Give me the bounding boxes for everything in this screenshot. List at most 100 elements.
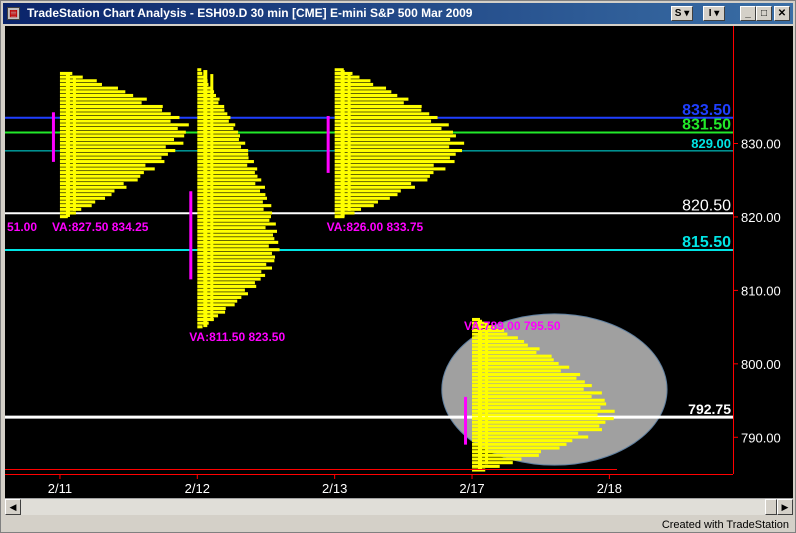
profile-row	[197, 273, 266, 277]
value-area-bar	[326, 115, 330, 173]
profile-row	[334, 82, 374, 86]
profile-row	[59, 171, 144, 175]
scroll-thumb[interactable]	[765, 499, 777, 515]
profile-row	[59, 200, 96, 204]
market-profile-chart[interactable]: VA:827.50 834.25 VA:811.50 823.50 VA:826.0…	[5, 26, 793, 498]
symbol-menu-label: S	[674, 8, 682, 19]
symbol-menu-button[interactable]: S ▾	[671, 6, 693, 21]
profile-row	[334, 182, 412, 186]
scroll-right-icon[interactable]: ▶	[777, 499, 793, 515]
profile-row	[197, 244, 269, 248]
profile-row	[197, 226, 266, 230]
profile-row	[59, 75, 83, 79]
profile-row	[197, 196, 267, 200]
profile-row	[334, 97, 409, 101]
title-bar[interactable]: ▤ TradeStation Chart Analysis - ESH09.D …	[3, 3, 793, 24]
profile-row	[59, 115, 180, 120]
profile-row	[197, 71, 203, 75]
profile-row	[59, 79, 97, 83]
profile-row	[472, 398, 605, 402]
horizontal-scrollbar[interactable]: ◀ ▶	[5, 498, 793, 515]
profile-spike	[203, 70, 208, 328]
profile-row	[334, 108, 422, 112]
maximize-icon[interactable]: □	[756, 6, 772, 21]
value-area-bar	[189, 191, 193, 280]
profile-row	[472, 420, 606, 424]
value-area-bar	[464, 396, 468, 445]
profile-row	[472, 428, 602, 432]
profile-row	[197, 248, 280, 252]
profile-row	[472, 395, 592, 399]
profile-row	[59, 163, 146, 167]
profile-row	[334, 152, 456, 156]
profile-row	[472, 362, 559, 366]
profile-row	[197, 303, 235, 307]
profile-row	[197, 115, 231, 120]
app-icon[interactable]: ▤	[7, 7, 20, 20]
profile-spike	[485, 323, 489, 465]
x-tick-label-0: 2/11	[48, 481, 72, 496]
interval-menu-label: I	[708, 8, 712, 19]
level-label-4: 815.50	[682, 234, 731, 251]
value-area-label: VA:789.00 795.50	[464, 319, 561, 333]
profile-row	[334, 130, 453, 134]
profile-row	[472, 453, 539, 457]
scroll-left-icon[interactable]: ◀	[5, 499, 21, 515]
profile-row	[197, 259, 275, 263]
profile-row	[59, 112, 171, 116]
interval-menu-button[interactable]: I ▾	[703, 6, 725, 21]
profile-row	[197, 193, 266, 197]
profile-spike	[340, 70, 345, 217]
profile-row	[334, 141, 465, 145]
profile-row	[59, 101, 142, 105]
profile-row	[472, 347, 540, 351]
profile-row	[334, 101, 404, 105]
x-tick-label-1: 2/12	[185, 481, 210, 496]
minimize-icon[interactable]: _	[740, 6, 756, 21]
profile-row	[334, 79, 371, 83]
profile-row	[472, 358, 554, 362]
profile-day-1: VA:827.50 834.25	[51, 71, 189, 234]
profile-row	[59, 119, 171, 123]
profile-row	[197, 101, 219, 105]
profile-row	[197, 266, 273, 270]
profile-row	[197, 222, 276, 226]
x-tick-label-4: 2/18	[597, 481, 622, 496]
profile-row	[59, 149, 176, 153]
profile-spike	[210, 74, 214, 322]
profile-row	[59, 93, 134, 98]
level-label-3: 820.50	[682, 197, 731, 214]
profile-row	[472, 387, 584, 391]
profile-row	[472, 402, 607, 406]
close-icon[interactable]: ✕	[774, 6, 790, 21]
value-area-label: VA:827.50 834.25	[52, 220, 149, 234]
x-tick-label-3: 2/17	[459, 481, 484, 496]
profile-spike	[72, 77, 76, 211]
profile-row	[197, 204, 272, 208]
profile-row	[59, 126, 178, 131]
profile-row	[197, 240, 279, 244]
profile-row	[472, 384, 592, 388]
profile-row	[334, 134, 456, 138]
profile-row	[472, 373, 581, 377]
profile-row	[472, 354, 552, 358]
profile-row	[197, 97, 220, 101]
y-tick-label-4: 830.00	[741, 137, 781, 152]
profile-row	[197, 215, 271, 219]
profile-row	[334, 156, 450, 160]
y-tick-label-1: 800.00	[741, 357, 781, 372]
profile-day-2: VA:811.50 823.50	[189, 68, 285, 344]
profile-row	[59, 130, 186, 134]
profile-row	[334, 160, 455, 164]
level-label-1: 831.50	[682, 116, 731, 133]
value-area-label: VA:811.50 823.50	[189, 330, 285, 344]
chart-area[interactable]: VA:827.50 834.25 VA:811.50 823.50 VA:826.0…	[5, 26, 793, 498]
profile-row	[197, 123, 236, 127]
profile-row	[334, 123, 449, 127]
profile-row	[197, 233, 274, 237]
profile-row	[472, 406, 601, 410]
profile-row	[334, 75, 360, 79]
profile-row	[197, 229, 278, 233]
profile-spike	[65, 73, 70, 217]
profile-row	[197, 126, 234, 131]
